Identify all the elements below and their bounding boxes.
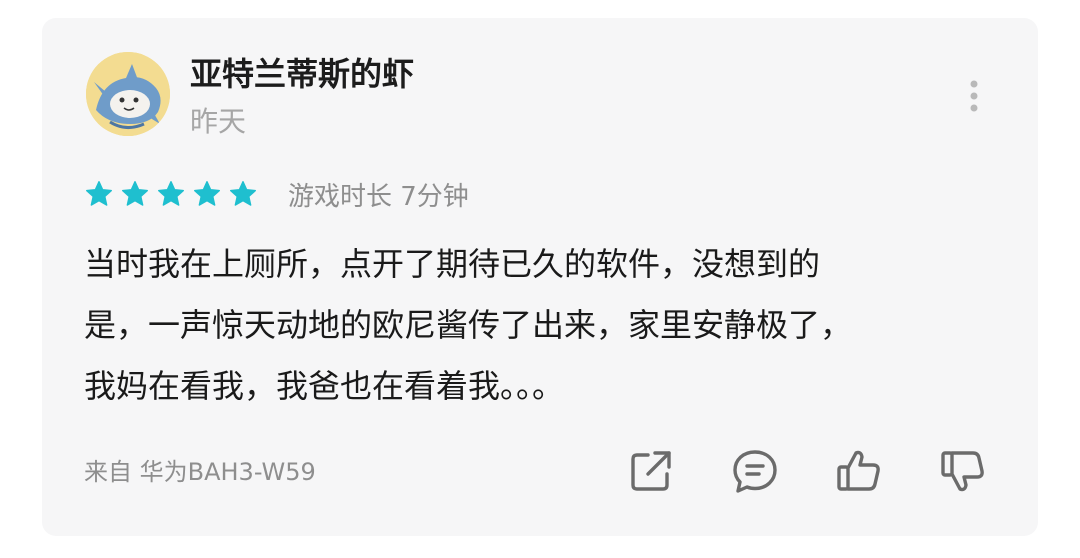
post-date: 昨天	[190, 105, 247, 138]
review-line: 我妈在看我，我爸也在看着我。。。	[84, 367, 565, 405]
share-icon[interactable]	[626, 446, 676, 496]
more-vertical-icon[interactable]	[962, 78, 986, 114]
review-line: 当时我在上厕所，点开了期待已久的软件，没想到的	[84, 245, 821, 283]
star-icon	[194, 181, 220, 206]
thumbs-up-icon[interactable]	[834, 446, 884, 496]
review-card: 亚特兰蒂斯的虾 昨天 游戏时长 7分钟 当时我在上厕所，点开了期待已久的软件，没…	[42, 18, 1038, 536]
username[interactable]: 亚特兰蒂斯的虾	[190, 52, 414, 96]
playtime: 游戏时长 7分钟	[288, 181, 469, 212]
action-bar	[42, 446, 1038, 502]
review-line: 是，一声惊天动地的欧尼酱传了出来，家里安静极了，	[84, 306, 853, 344]
comment-icon[interactable]	[730, 446, 780, 496]
rating-row: 游戏时长 7分钟	[84, 174, 469, 214]
avatar-image	[86, 52, 170, 136]
star-rating	[84, 179, 258, 209]
star-icon	[122, 181, 148, 206]
star-icon	[230, 181, 256, 206]
review-text: 当时我在上厕所，点开了期待已久的软件，没想到的 是，一声惊天动地的欧尼酱传了出来…	[84, 234, 964, 417]
star-icon	[86, 181, 112, 206]
avatar[interactable]	[86, 52, 170, 136]
star-icon	[158, 181, 184, 206]
thumbs-down-icon[interactable]	[938, 446, 988, 496]
